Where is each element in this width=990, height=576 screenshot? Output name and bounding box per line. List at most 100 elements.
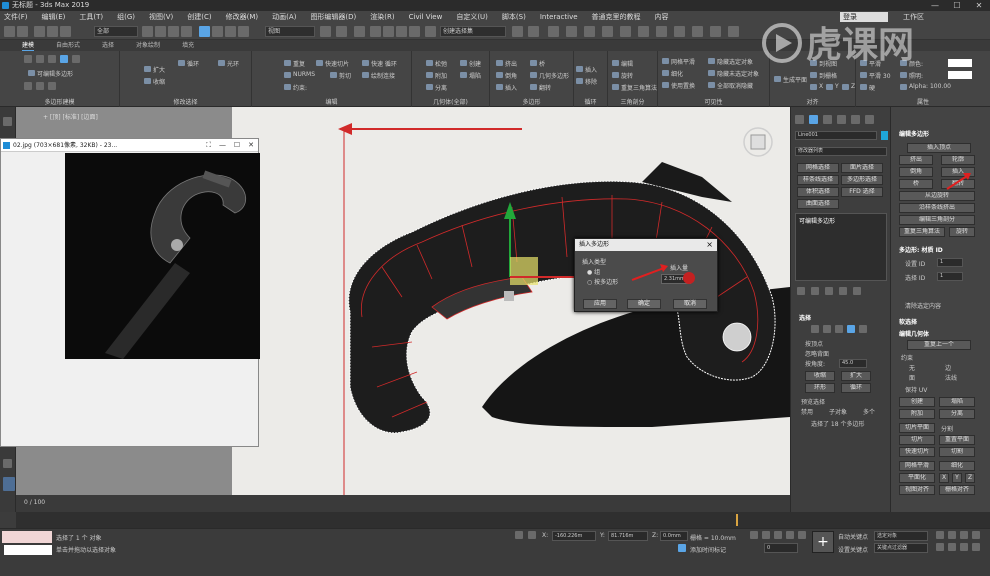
- selection-filter-dropdown[interactable]: 全部: [94, 26, 138, 37]
- object-name-field[interactable]: Line001: [795, 131, 877, 140]
- poly-select-button[interactable]: 多边形选择: [841, 175, 883, 185]
- edge-mode-icon[interactable]: [36, 55, 44, 63]
- placement-icon[interactable]: [238, 26, 249, 37]
- constraint-edge-radio[interactable]: 边: [945, 363, 951, 372]
- repeat-button[interactable]: 重复: [284, 59, 305, 68]
- time-slider[interactable]: 0 / 100: [16, 495, 790, 512]
- split-checkbox[interactable]: 分割: [941, 424, 953, 433]
- clear-selection-checkbox[interactable]: 清除选定内容: [905, 301, 941, 310]
- pivot-icon[interactable]: [320, 26, 331, 37]
- lock-icon[interactable]: [528, 531, 536, 539]
- tab-selection[interactable]: 选择: [102, 40, 114, 51]
- display-panel-icon[interactable]: [851, 115, 860, 124]
- radio-group[interactable]: ● 组: [587, 267, 600, 276]
- stack-down-icon[interactable]: [48, 82, 56, 90]
- bevel-button[interactable]: 倒角: [899, 167, 933, 177]
- material-editor-icon[interactable]: [638, 26, 649, 37]
- menu-views[interactable]: 视图(V): [149, 12, 173, 22]
- image-viewer-titlebar[interactable]: 02.jpg (703×681像素, 32KB) - 23... ⛶ — ☐ ✕: [1, 139, 258, 152]
- paint-connect-button[interactable]: 绘制连接: [362, 71, 395, 80]
- flip-button[interactable]: 翻转: [530, 83, 551, 92]
- quickslice-button[interactable]: 快速切片: [899, 447, 935, 457]
- fit-icon[interactable]: ⛶: [206, 141, 211, 149]
- patch-select-button[interactable]: 面片选择: [841, 163, 883, 173]
- polygon-mode-icon[interactable]: [60, 55, 68, 63]
- redo-icon[interactable]: [17, 26, 28, 37]
- make-planar-button[interactable]: 平面化: [899, 473, 935, 483]
- motion-panel-icon[interactable]: [837, 115, 846, 124]
- menu-tutorial[interactable]: 普通克里的教程: [592, 12, 641, 22]
- preserve-uv-checkbox[interactable]: 保持 UV: [905, 385, 927, 394]
- menu-graph-editors[interactable]: 图形编辑器(D): [310, 12, 356, 22]
- edit-geometry-header[interactable]: 编辑几何体: [899, 329, 929, 338]
- menu-scripting[interactable]: 脚本(S): [502, 12, 526, 22]
- align-x-button[interactable]: X: [810, 83, 823, 90]
- shrink-button[interactable]: 收缩: [144, 77, 165, 86]
- menu-animation[interactable]: 动画(A): [272, 12, 296, 22]
- material-ids-header[interactable]: 多边形: 材质 ID: [899, 245, 943, 254]
- sel-vertex-icon[interactable]: [811, 325, 819, 333]
- restore-icon[interactable]: ☐: [234, 141, 240, 149]
- mirror-icon[interactable]: [512, 26, 523, 37]
- turn-button[interactable]: 旋转: [949, 227, 975, 237]
- snap-3d-icon[interactable]: [370, 26, 381, 37]
- align-y-button[interactable]: Y: [826, 83, 839, 90]
- image-viewer-window[interactable]: 02.jpg (703×681像素, 32KB) - 23... ⛶ — ☐ ✕: [0, 138, 260, 447]
- close-button[interactable]: ✕: [968, 0, 990, 11]
- zoom-extents-icon[interactable]: [960, 531, 968, 539]
- alpha-field[interactable]: Alpha: 100.00: [900, 83, 951, 90]
- spline-select-button[interactable]: 样条线选择: [797, 175, 839, 185]
- make-unique-icon[interactable]: [825, 287, 833, 295]
- edit-triangulation-button[interactable]: 编辑三角剖分: [899, 215, 975, 225]
- show-end-result-icon[interactable]: [811, 287, 819, 295]
- keyboard-shortcut-icon[interactable]: [354, 26, 365, 37]
- viewcube-icon[interactable]: [740, 124, 776, 160]
- ribbon-icon[interactable]: [584, 26, 595, 37]
- constraint-face-radio[interactable]: 面: [909, 373, 915, 382]
- render-setup-icon[interactable]: [656, 26, 667, 37]
- preview-subobject-radio[interactable]: 子对象: [829, 407, 847, 416]
- zoom-all-icon[interactable]: [948, 531, 956, 539]
- maxscript-listener[interactable]: [2, 531, 52, 543]
- insert-vertex-button[interactable]: 插入顶点: [907, 143, 971, 153]
- nurms-button[interactable]: NURMS: [284, 71, 315, 78]
- reference-coord-dropdown[interactable]: 视图: [265, 26, 315, 37]
- menu-modifiers[interactable]: 修改器(M): [226, 12, 259, 22]
- select-manipulate-icon[interactable]: [336, 26, 347, 37]
- by-angle-checkbox[interactable]: 按角度:: [805, 359, 825, 368]
- radio-by-polygon[interactable]: ○ 按多边形: [587, 277, 618, 286]
- planar-x-button[interactable]: X: [939, 473, 949, 483]
- curve-editor-icon[interactable]: [602, 26, 613, 37]
- make-planar-button[interactable]: 生成平面: [774, 75, 807, 84]
- loop-button[interactable]: 循环: [178, 59, 199, 68]
- border-mode-icon[interactable]: [48, 55, 56, 63]
- selection-rollout-header[interactable]: 选择: [799, 313, 811, 322]
- current-frame-field[interactable]: 0: [764, 543, 798, 553]
- constraint-normal-radio[interactable]: 法线: [945, 373, 957, 382]
- z-coordinate-field[interactable]: 0.0mm: [660, 531, 688, 541]
- menu-civil-view[interactable]: Civil View: [409, 13, 443, 21]
- menu-tools[interactable]: 工具(T): [79, 12, 103, 22]
- attach-button[interactable]: 附加: [426, 71, 447, 80]
- angle-snap-icon[interactable]: [383, 26, 394, 37]
- collapse-button[interactable]: 塌陷: [460, 71, 481, 80]
- turn-button[interactable]: 旋转: [612, 71, 633, 80]
- mode-label[interactable]: 可编辑多边形: [28, 69, 73, 78]
- tab-object-paint[interactable]: 对象绘制: [136, 40, 160, 51]
- minimize-button[interactable]: —: [924, 0, 946, 11]
- script-input[interactable]: [4, 545, 52, 555]
- zoom-icon[interactable]: [936, 531, 944, 539]
- grid-align-button[interactable]: 栅格对齐: [939, 485, 975, 495]
- modify-panel-icon[interactable]: [809, 115, 818, 124]
- cut-button[interactable]: 剪切: [330, 71, 351, 80]
- utilities-panel-icon[interactable]: [865, 115, 874, 124]
- go-to-end-icon[interactable]: [798, 531, 806, 539]
- fov-icon[interactable]: [936, 543, 944, 551]
- next-frame-icon[interactable]: [786, 531, 794, 539]
- element-mode-icon[interactable]: [72, 55, 80, 63]
- grow-button[interactable]: 扩大: [841, 371, 871, 381]
- collapse-button[interactable]: 塌陷: [939, 397, 975, 407]
- edit-named-sel-icon[interactable]: [425, 26, 436, 37]
- render-icon[interactable]: [692, 26, 703, 37]
- relax-button[interactable]: 松弛: [426, 59, 447, 68]
